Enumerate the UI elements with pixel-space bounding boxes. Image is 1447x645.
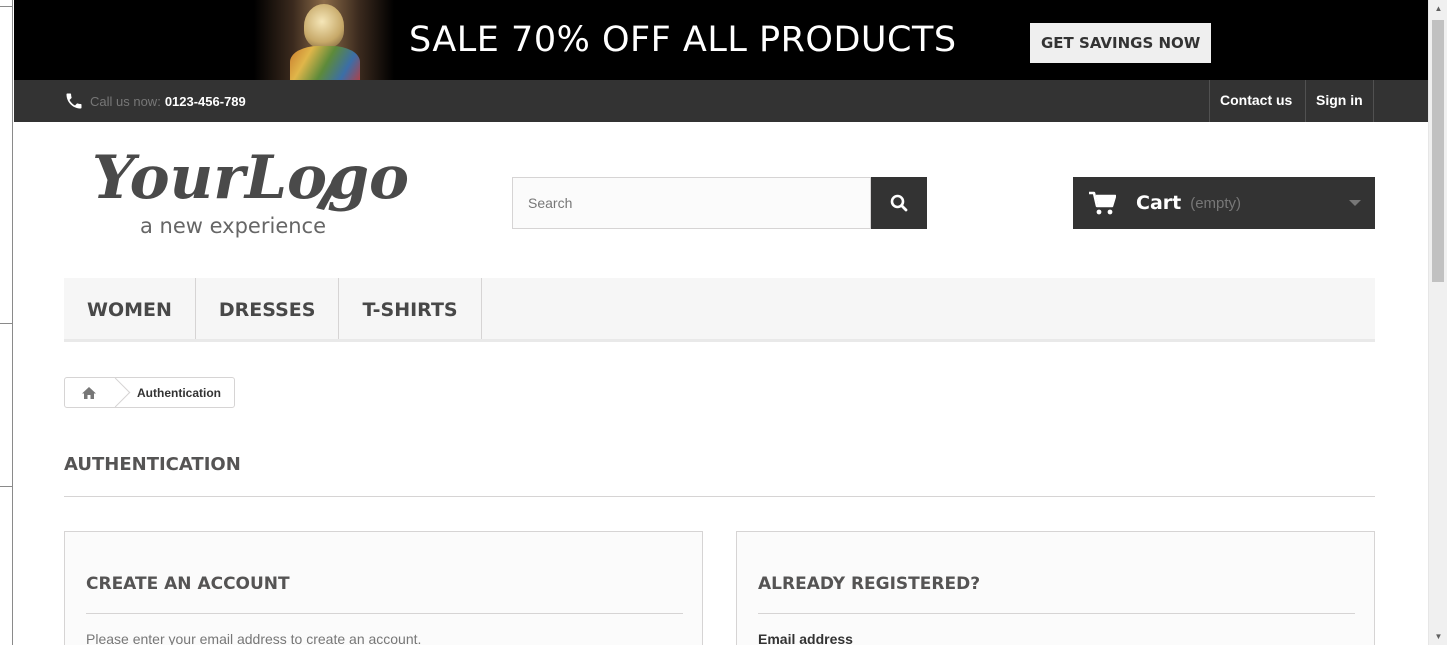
cart-label: Cart <box>1136 192 1182 214</box>
breadcrumb-separator <box>113 378 127 407</box>
banner-model-dress <box>290 46 360 80</box>
contact-us-link[interactable]: Contact us <box>1209 80 1302 122</box>
search-input[interactable] <box>512 177 871 229</box>
menu-item-women[interactable]: WOMEN <box>64 278 196 339</box>
banner-cta-button[interactable]: GET SAVINGS NOW <box>1030 23 1212 63</box>
create-account-box: CREATE AN ACCOUNT Please enter your emai… <box>64 531 703 645</box>
cart-button[interactable]: Cart (empty) <box>1073 177 1375 229</box>
frame-tick <box>0 6 13 7</box>
menu-item-t-shirts[interactable]: T-SHIRTS <box>339 278 482 339</box>
phone-number: 0123-456-789 <box>164 93 246 109</box>
home-icon <box>82 386 96 399</box>
call-us-label: Call us now: <box>90 93 161 109</box>
main-menu: WOMEN DRESSES T-SHIRTS <box>64 278 1375 342</box>
logo-text: YourLogo <box>92 143 409 213</box>
email-address-label: Email address <box>758 631 853 645</box>
cart-icon <box>1089 191 1116 215</box>
call-us-block: Call us now: 0123-456-789 <box>64 80 246 122</box>
scroll-up-arrow-icon[interactable]: ▲ <box>1429 0 1447 17</box>
logo-tagline: a new experience <box>140 214 326 238</box>
phone-icon <box>66 93 82 109</box>
chevron-down-icon <box>1349 200 1361 206</box>
sign-in-link[interactable]: Sign in <box>1305 80 1374 122</box>
banner-model-hair <box>304 4 344 48</box>
breadcrumb-current: Authentication <box>137 385 221 400</box>
search-icon <box>890 194 908 212</box>
frame-tick <box>0 486 13 487</box>
login-title: ALREADY REGISTERED? <box>758 572 1355 614</box>
scroll-down-arrow-icon[interactable]: ▼ <box>1429 628 1447 645</box>
login-box: ALREADY REGISTERED? Email address <box>736 531 1375 645</box>
page-viewport: SALE 70% OFF ALL PRODUCTS GET SAVINGS NO… <box>0 0 1447 645</box>
site-logo[interactable]: YourLogo a new experience <box>88 140 418 240</box>
top-nav-bar: Call us now: 0123-456-789 Contact us Sig… <box>14 80 1428 122</box>
breadcrumb: Authentication <box>64 377 235 408</box>
scrollbar-thumb[interactable] <box>1432 20 1444 282</box>
search-button[interactable] <box>871 177 927 229</box>
frame-tick <box>0 323 13 324</box>
window-left-frame <box>0 0 13 645</box>
menu-item-dresses[interactable]: DRESSES <box>196 278 340 339</box>
create-account-instructions: Please enter your email address to creat… <box>86 631 422 645</box>
cart-status: (empty) <box>1190 194 1242 212</box>
promo-banner[interactable]: SALE 70% OFF ALL PRODUCTS GET SAVINGS NO… <box>14 0 1428 80</box>
banner-model-image <box>254 0 394 80</box>
search-bar <box>512 177 927 229</box>
page-title: AUTHENTICATION <box>64 451 1375 497</box>
create-account-title: CREATE AN ACCOUNT <box>86 572 683 614</box>
vertical-scrollbar[interactable]: ▲ ▼ <box>1428 0 1447 645</box>
banner-headline: SALE 70% OFF ALL PRODUCTS <box>409 20 957 60</box>
